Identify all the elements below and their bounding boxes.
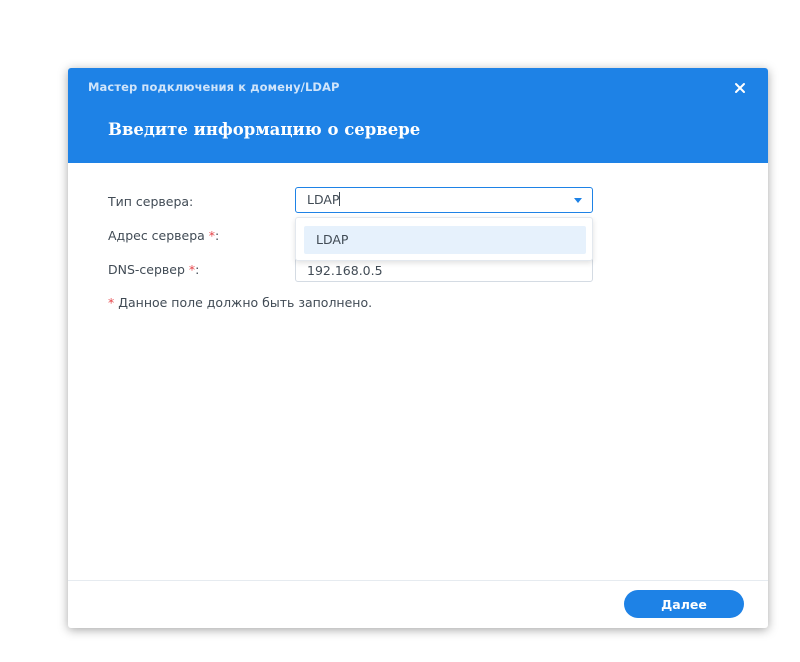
close-icon[interactable] [730, 78, 750, 98]
dns-server-label: DNS-сервер *: [108, 262, 199, 277]
server-address-label-text: Адрес сервера [108, 228, 209, 243]
label-colon: : [195, 262, 200, 277]
required-note-text: Данное поле должно быть заполнено. [114, 295, 373, 310]
step-title: Введите информацию о сервере [108, 120, 421, 139]
server-type-select[interactable]: LDAP [295, 187, 593, 213]
ldap-wizard-dialog: Мастер подключения к домену/LDAP Введите… [68, 68, 768, 628]
footer-divider [68, 580, 768, 581]
dropdown-option-ldap[interactable]: LDAP [304, 226, 586, 254]
server-type-label: Тип сервера: [108, 194, 193, 209]
label-colon: : [215, 228, 220, 243]
server-type-dropdown-list: LDAP [295, 217, 593, 261]
required-field-note: * Данное поле должно быть заполнено. [108, 295, 372, 310]
server-address-label: Адрес сервера *: [108, 228, 219, 243]
dns-server-label-text: DNS-сервер [108, 262, 189, 277]
chevron-down-icon[interactable] [574, 198, 582, 203]
server-type-value: LDAP [307, 192, 340, 207]
dialog-header: Мастер подключения к домену/LDAP Введите… [68, 68, 768, 163]
server-type-label-text: Тип сервера: [108, 194, 194, 209]
text-cursor [339, 192, 341, 206]
wizard-title: Мастер подключения к домену/LDAP [88, 80, 340, 94]
dns-server-value: 192.168.0.5 [307, 263, 383, 278]
next-button[interactable]: Далее [624, 590, 744, 618]
